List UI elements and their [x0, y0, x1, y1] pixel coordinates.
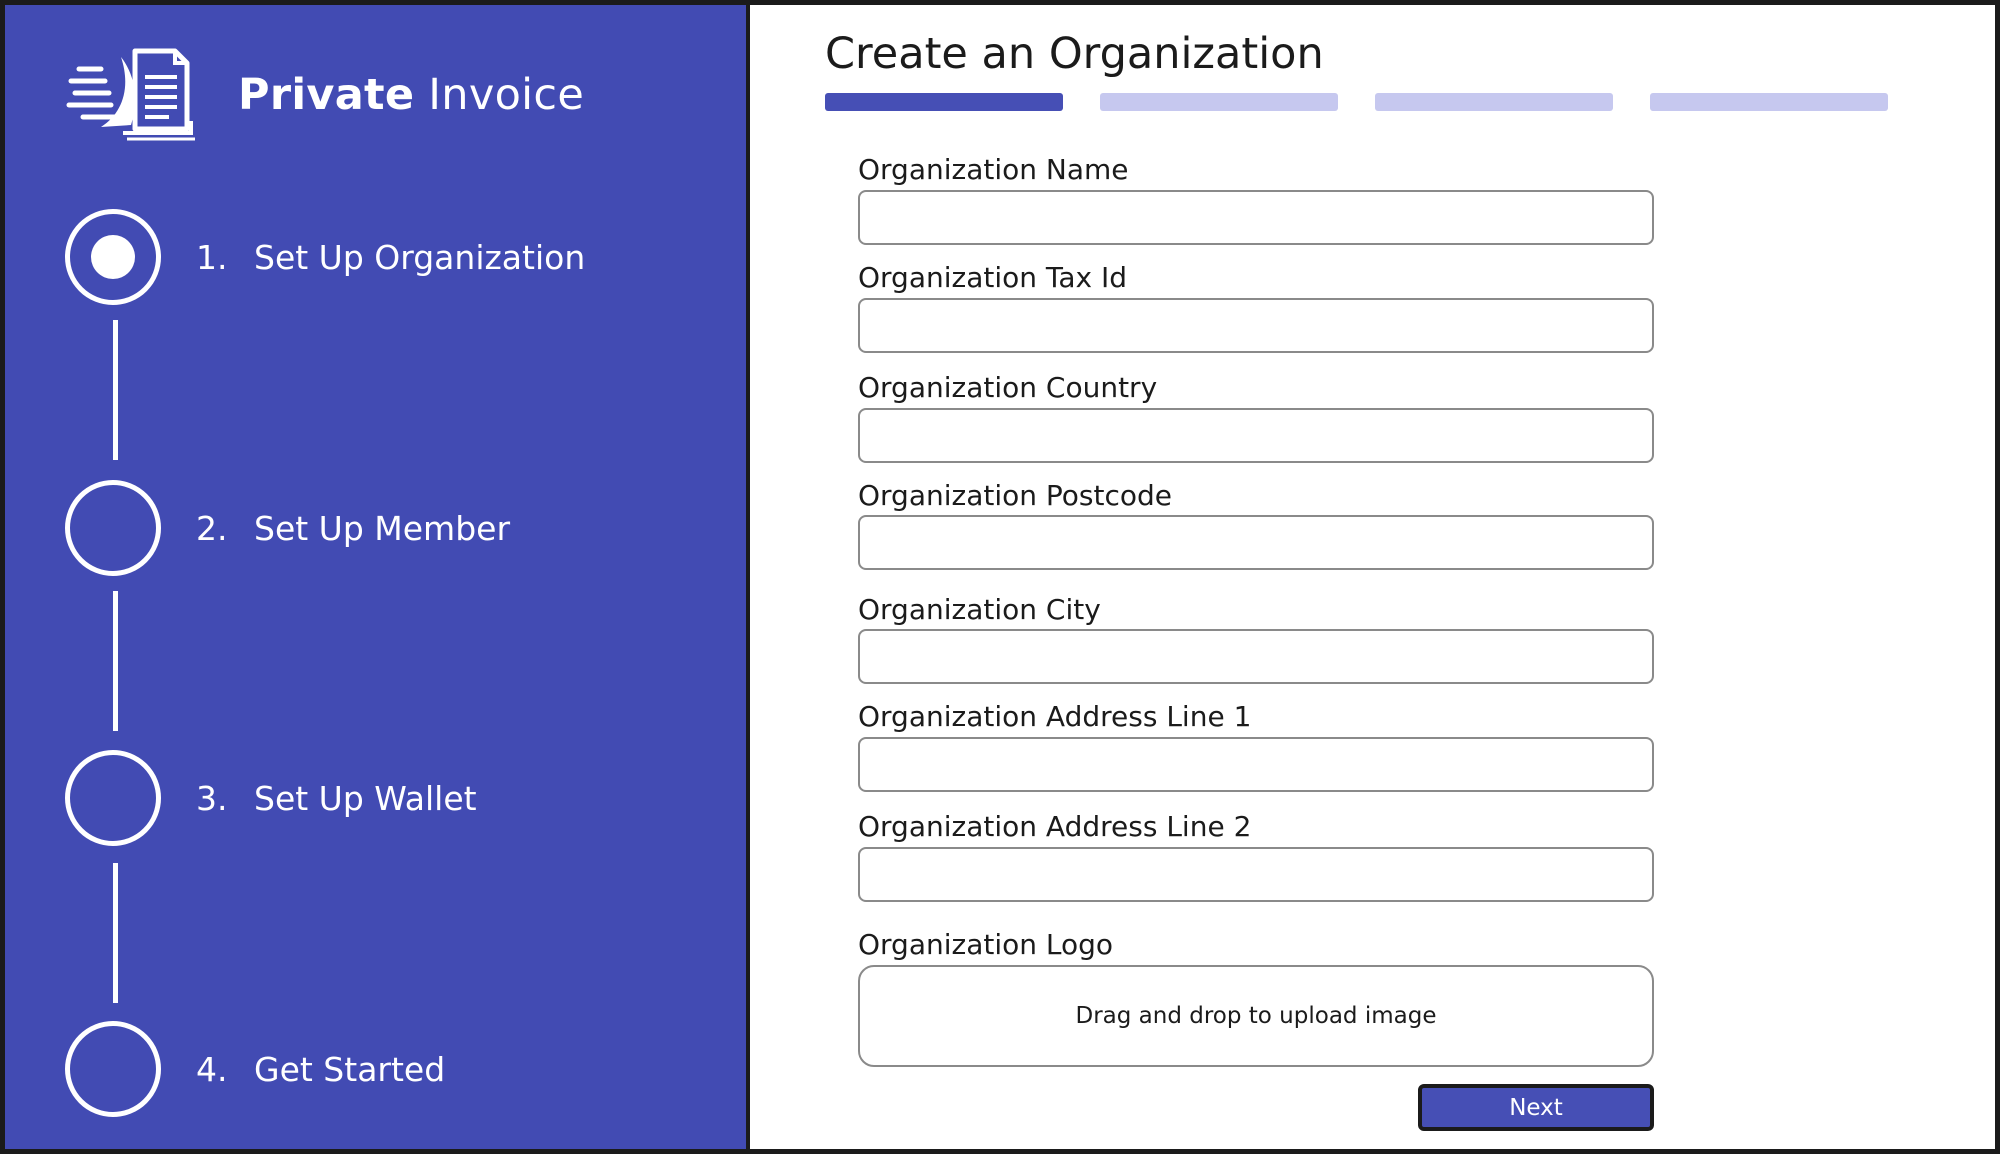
organization-name-input[interactable] — [858, 190, 1654, 245]
dropzone-text: Drag and drop to upload image — [1075, 1003, 1437, 1029]
step-label: Set Up Member — [254, 508, 511, 548]
step-connector — [113, 320, 118, 460]
step-indicator — [65, 750, 161, 846]
invoice-document-icon — [66, 48, 195, 141]
step-label: Get Started — [254, 1049, 446, 1089]
next-button[interactable]: Next — [1418, 1084, 1654, 1131]
organization-country-input[interactable] — [858, 408, 1654, 463]
step-set-up-organization[interactable]: 1. Set Up Organization — [65, 209, 585, 305]
step-connector — [113, 591, 118, 731]
organization-country-label: Organization Country — [858, 371, 1158, 404]
step-indicator — [65, 1021, 161, 1117]
step-set-up-member[interactable]: 2. Set Up Member — [65, 480, 510, 576]
organization-tax-id-label: Organization Tax Id — [858, 261, 1128, 294]
brand: Private Invoice — [65, 47, 584, 142]
step-label: Set Up Organization — [254, 237, 586, 277]
step-indicator — [65, 480, 161, 576]
organization-postcode-label: Organization Postcode — [858, 479, 1173, 512]
organization-city-label: Organization City — [858, 593, 1101, 626]
step-number: 1. — [196, 237, 228, 277]
progress-bar — [825, 93, 1888, 111]
organization-address-line-2-input[interactable] — [858, 847, 1654, 902]
organization-address-line-1-label: Organization Address Line 1 — [858, 700, 1252, 733]
organization-address-line-2-label: Organization Address Line 2 — [858, 810, 1252, 843]
organization-address-line-1-input[interactable] — [858, 737, 1654, 792]
app-window: Private Invoice 1. Set Up Organization 2… — [0, 0, 2000, 1154]
step-number: 4. — [196, 1049, 228, 1089]
logo-dropzone[interactable]: Drag and drop to upload image — [858, 965, 1654, 1067]
step-connector — [113, 863, 118, 1003]
organization-city-input[interactable] — [858, 629, 1654, 684]
progress-segment-2 — [1100, 93, 1338, 111]
step-set-up-wallet[interactable]: 3. Set Up Wallet — [65, 750, 477, 846]
page-title: Create an Organization — [825, 29, 1324, 79]
step-label: Set Up Wallet — [254, 778, 477, 818]
app-title-regular: Invoice — [414, 69, 585, 120]
step-get-started[interactable]: 4. Get Started — [65, 1021, 445, 1117]
progress-segment-3 — [1375, 93, 1613, 111]
main-panel: Create an Organization Organization Name… — [750, 5, 2000, 1149]
progress-segment-4 — [1650, 93, 1888, 111]
progress-segment-1 — [825, 93, 1063, 111]
organization-logo-label: Organization Logo — [858, 928, 1114, 961]
step-dot-icon — [91, 235, 135, 279]
sidebar: Private Invoice 1. Set Up Organization 2… — [5, 5, 750, 1149]
step-indicator-active — [65, 209, 161, 305]
organization-postcode-input[interactable] — [858, 515, 1654, 570]
step-number: 2. — [196, 508, 228, 548]
app-title: Private Invoice — [238, 70, 584, 120]
organization-tax-id-input[interactable] — [858, 298, 1654, 353]
organization-name-label: Organization Name — [858, 153, 1129, 186]
step-number: 3. — [196, 778, 228, 818]
app-title-bold: Private — [238, 69, 415, 120]
